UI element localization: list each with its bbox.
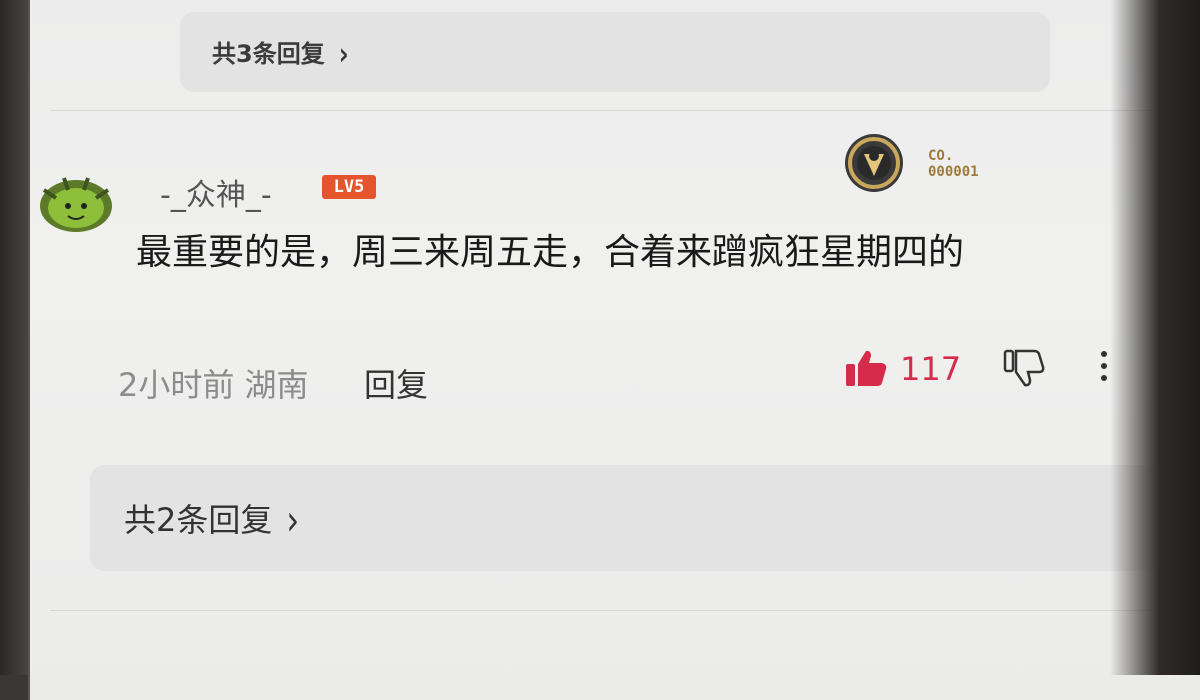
replies-expander[interactable]: 共2条回复 › <box>90 465 1170 571</box>
comment-divider <box>50 110 1200 111</box>
chevron-right-icon: › <box>286 495 300 545</box>
replies-link[interactable]: 共2条回复 › <box>124 495 300 545</box>
thumbs-up-icon[interactable] <box>844 348 888 388</box>
team-code-label: CO. 000001 <box>928 148 979 180</box>
chevron-right-icon: › <box>338 35 349 73</box>
comment-divider <box>50 610 1200 611</box>
user-level-badge: LV5 <box>322 175 376 199</box>
comment-screen: 共3条回复 › -_众神_- LV5 CO. 000001 最重要的是，周三来周五… <box>28 0 1200 700</box>
device-bezel-left <box>0 0 30 675</box>
replies-label: 共2条回复 <box>124 501 273 539</box>
team-emblem-icon <box>845 134 903 192</box>
team-code-line-1: CO. <box>928 148 954 164</box>
user-avatar[interactable] <box>34 170 118 234</box>
thumbs-down-icon[interactable] <box>1002 348 1046 388</box>
comment-body: 最重要的是，周三来周五走，合着来蹭疯狂星期四的 <box>136 232 965 273</box>
reply-button[interactable]: 回复 <box>364 360 428 406</box>
comment-time-location: 2小时前 湖南 <box>118 366 309 404</box>
previous-replies-expander[interactable]: 共3条回复 › <box>180 12 1050 92</box>
previous-replies-link[interactable]: 共3条回复 › <box>212 34 349 73</box>
device-bezel-right <box>1110 0 1200 675</box>
comment-username[interactable]: -_众神_- <box>160 170 272 214</box>
previous-replies-label: 共3条回复 <box>212 40 325 68</box>
like-count: 117 <box>900 350 962 388</box>
team-code-line-2: 000001 <box>928 164 979 180</box>
